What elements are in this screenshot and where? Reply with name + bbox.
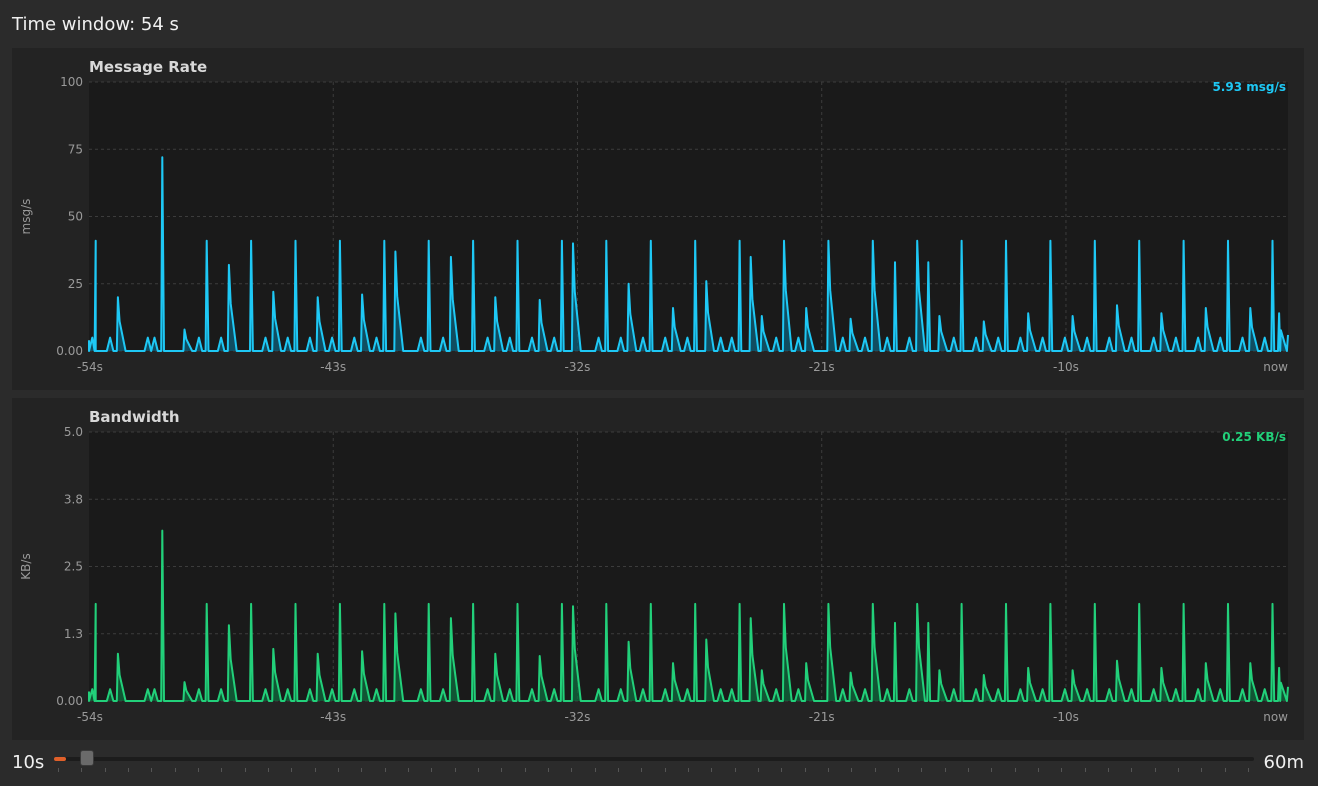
slider-tick bbox=[291, 768, 293, 772]
slider-tick bbox=[1014, 768, 1016, 772]
slider-tick bbox=[921, 768, 923, 772]
x-tick-label: -21s bbox=[809, 710, 835, 724]
x-tick-label: -21s bbox=[809, 360, 835, 374]
bandwidth-panel: 5.0 3.8 2.5 1.3 0.00 -54s -43s -32s -21s -10s now B… bbox=[12, 398, 1304, 740]
slider-tick bbox=[618, 768, 619, 772]
y-tick-label: 1.3 bbox=[64, 627, 83, 641]
time-window-slider-row: 10s 60m bbox=[0, 744, 1318, 784]
x-tick-label: now bbox=[1263, 360, 1288, 374]
slider-tick bbox=[1061, 768, 1063, 772]
time-window-slider-track[interactable] bbox=[54, 757, 1254, 761]
x-tick-label: -43s bbox=[320, 710, 346, 724]
slider-tick bbox=[968, 768, 969, 772]
slider-tick bbox=[81, 768, 83, 772]
x-tick-label: -54s bbox=[77, 710, 103, 724]
slider-tick bbox=[478, 768, 479, 772]
x-tick-label: -32s bbox=[565, 710, 591, 724]
slider-tick bbox=[1038, 768, 1039, 772]
slider-tick bbox=[128, 768, 129, 772]
slider-tick bbox=[431, 768, 433, 772]
slider-tick bbox=[454, 768, 456, 772]
slider-tick bbox=[944, 768, 946, 772]
current-value-readout: 0.25 KB/s bbox=[1222, 430, 1286, 444]
slider-tick bbox=[1201, 768, 1203, 772]
slider-tick bbox=[664, 768, 666, 772]
current-value-readout: 5.93 msg/s bbox=[1212, 80, 1286, 94]
slider-tick bbox=[991, 768, 993, 772]
slider-tick bbox=[524, 768, 526, 772]
slider-tick bbox=[804, 768, 806, 772]
slider-tick bbox=[268, 768, 269, 772]
slider-tick bbox=[104, 768, 106, 772]
y-tick-label: 25 bbox=[68, 277, 83, 291]
message-rate-panel: 100 75 50 25 0.00 -54s -43s -32s -21s -10s now Mess… bbox=[12, 48, 1304, 390]
slider-tick bbox=[174, 768, 176, 772]
chart-title: Bandwidth bbox=[89, 408, 180, 426]
window-title: Time window: 54 s bbox=[12, 14, 179, 35]
y-tick-label: 3.8 bbox=[64, 492, 83, 506]
slider-tick bbox=[781, 768, 783, 772]
y-axis-label: msg/s bbox=[19, 199, 33, 235]
bandwidth-chart: 5.0 3.8 2.5 1.3 0.00 -54s -43s -32s -21s -10s now B… bbox=[19, 408, 1289, 724]
slider-tick bbox=[361, 768, 363, 772]
slider-tick bbox=[548, 768, 549, 772]
message-rate-chart: 100 75 50 25 0.00 -54s -43s -32s -21s -10s now Mess… bbox=[19, 58, 1289, 374]
slider-tick bbox=[1084, 768, 1086, 772]
slider-tick bbox=[1154, 768, 1156, 772]
slider-max-label: 60m bbox=[1263, 752, 1304, 773]
x-tick-label: -10s bbox=[1053, 710, 1079, 724]
y-tick-label: 0.00 bbox=[56, 694, 83, 708]
slider-tick bbox=[221, 768, 223, 772]
chart-title: Message Rate bbox=[89, 58, 207, 76]
slider-tick bbox=[1108, 768, 1109, 772]
plot-area bbox=[89, 82, 1288, 351]
slider-tick bbox=[1248, 768, 1249, 772]
slider-tick bbox=[571, 768, 573, 772]
plot-area bbox=[89, 432, 1288, 701]
slider-tick bbox=[874, 768, 876, 772]
y-tick-label: 2.5 bbox=[64, 560, 83, 574]
y-axis-label: KB/s bbox=[19, 553, 33, 579]
slider-tick bbox=[384, 768, 386, 772]
x-tick-label: now bbox=[1263, 710, 1288, 724]
slider-tick bbox=[1131, 768, 1133, 772]
slider-tick bbox=[851, 768, 853, 772]
slider-tick bbox=[1178, 768, 1179, 772]
slider-tick bbox=[898, 768, 899, 772]
time-window-slider-fill bbox=[54, 757, 66, 761]
slider-tick bbox=[408, 768, 409, 772]
slider-tick bbox=[198, 768, 199, 772]
x-tick-label: -32s bbox=[565, 360, 591, 374]
y-tick-label: 0.00 bbox=[56, 344, 83, 358]
slider-tick bbox=[151, 768, 153, 772]
x-tick-label: -54s bbox=[77, 360, 103, 374]
slider-tick bbox=[641, 768, 643, 772]
slider-tick bbox=[734, 768, 736, 772]
slider-tick bbox=[244, 768, 246, 772]
slider-tick bbox=[711, 768, 713, 772]
x-tick-label: -43s bbox=[320, 360, 346, 374]
y-tick-label: 75 bbox=[68, 142, 83, 156]
slider-tick bbox=[758, 768, 759, 772]
slider-tick bbox=[338, 768, 339, 772]
slider-tick bbox=[688, 768, 689, 772]
y-tick-label: 50 bbox=[68, 210, 83, 224]
slider-tick bbox=[828, 768, 829, 772]
slider-tick bbox=[314, 768, 316, 772]
x-tick-label: -10s bbox=[1053, 360, 1079, 374]
slider-tick bbox=[1224, 768, 1226, 772]
slider-tick bbox=[594, 768, 596, 772]
slider-min-label: 10s bbox=[12, 752, 45, 773]
slider-tick bbox=[501, 768, 503, 772]
time-window-slider-handle[interactable] bbox=[80, 750, 94, 766]
slider-ticks bbox=[58, 768, 1249, 774]
y-tick-label: 5.0 bbox=[64, 425, 83, 439]
y-tick-label: 100 bbox=[60, 75, 83, 89]
slider-tick bbox=[58, 768, 59, 772]
